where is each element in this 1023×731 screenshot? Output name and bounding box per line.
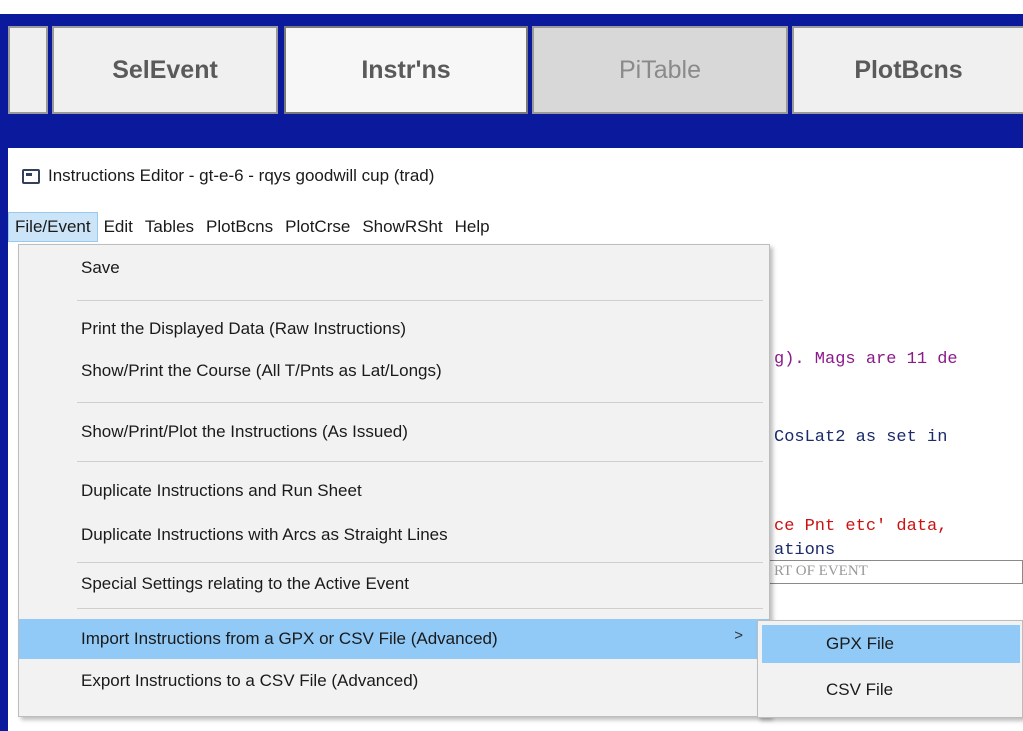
menu-item-label: Special Settings relating to the Active … — [81, 574, 409, 593]
menu-item-export-instructions[interactable]: Export Instructions to a CSV File (Advan… — [19, 663, 769, 699]
menu-showrsht[interactable]: ShowRSht — [356, 212, 448, 242]
menu-edit[interactable]: Edit — [98, 212, 139, 242]
left-frame-bar — [0, 14, 8, 731]
menu-separator — [77, 461, 763, 462]
menu-item-special-settings[interactable]: Special Settings relating to the Active … — [19, 566, 769, 602]
menu-file-event[interactable]: File/Event — [8, 212, 98, 242]
menu-item-label: Show/Print/Plot the Instructions (As Iss… — [81, 422, 408, 441]
window-app-icon — [22, 168, 40, 184]
submenu-item-label: GPX File — [826, 634, 895, 653]
tab-selevent[interactable]: SelEvent — [52, 26, 278, 114]
menu-item-label: Show/Print the Course (All T/Pnts as Lat… — [81, 361, 442, 380]
window-titlebar: Instructions Editor - gt-e-6 - rqys good… — [22, 163, 434, 189]
file-event-dropdown: Save Print the Displayed Data (Raw Instr… — [18, 244, 770, 717]
submenu-item-csv-file[interactable]: CSV File — [762, 671, 1020, 709]
menu-plotcrse[interactable]: PlotCrse — [279, 212, 356, 242]
submenu-item-label: CSV File — [826, 680, 894, 699]
menu-item-label: Save — [81, 258, 120, 277]
tab-instrns[interactable]: Instr'ns — [284, 26, 528, 114]
menu-item-show-print-plot-instructions[interactable]: Show/Print/Plot the Instructions (As Iss… — [19, 414, 769, 450]
editor-text-line: ce Pnt etc' data, — [774, 517, 958, 536]
tab-pitable[interactable]: PiTable — [532, 26, 788, 114]
menu-item-label: Print the Displayed Data (Raw Instructio… — [81, 319, 407, 338]
editor-text-line: CosLat2 as set in — [774, 428, 948, 447]
menu-item-save[interactable]: Save — [19, 250, 769, 286]
import-submenu: GPX File CSV File — [757, 620, 1023, 718]
tab-strip: SelEvent Instr'ns PiTable PlotBcns — [8, 26, 1023, 114]
menu-plotbcns[interactable]: PlotBcns — [200, 212, 279, 242]
tab-plotbcns[interactable]: PlotBcns — [792, 26, 1023, 114]
menu-tables[interactable]: Tables — [139, 212, 200, 242]
submenu-item-gpx-file[interactable]: GPX File — [762, 625, 1020, 663]
editor-text-line: g). Mags are 11 de — [774, 350, 958, 369]
menu-item-label: Export Instructions to a CSV File (Advan… — [81, 671, 419, 690]
menu-separator — [77, 402, 763, 403]
menu-item-label: Duplicate Instructions with Arcs as Stra… — [81, 525, 448, 544]
menu-item-label: Duplicate Instructions and Run Sheet — [81, 481, 362, 500]
menu-separator — [77, 562, 763, 563]
menu-item-duplicate-straight-lines[interactable]: Duplicate Instructions with Arcs as Stra… — [19, 517, 769, 553]
menu-item-show-print-course[interactable]: Show/Print the Course (All T/Pnts as Lat… — [19, 353, 769, 389]
window-title: Instructions Editor - gt-e-6 - rqys good… — [48, 166, 435, 185]
menu-separator — [77, 608, 763, 609]
editor-text-line: RT OF EVENT — [774, 563, 868, 579]
tab-stub[interactable] — [8, 26, 48, 114]
menu-separator — [77, 300, 763, 301]
menu-help[interactable]: Help — [449, 212, 496, 242]
menu-bar: File/Event Edit Tables PlotBcns PlotCrse… — [8, 212, 496, 242]
menu-item-duplicate-instructions[interactable]: Duplicate Instructions and Run Sheet — [19, 473, 769, 509]
menu-item-print-displayed-data[interactable]: Print the Displayed Data (Raw Instructio… — [19, 311, 769, 347]
menu-item-label: Import Instructions from a GPX or CSV Fi… — [81, 629, 498, 648]
editor-text-line: ations — [774, 541, 836, 560]
chevron-right-icon: > — [734, 627, 743, 644]
menu-item-import-instructions[interactable]: Import Instructions from a GPX or CSV Fi… — [19, 619, 769, 659]
